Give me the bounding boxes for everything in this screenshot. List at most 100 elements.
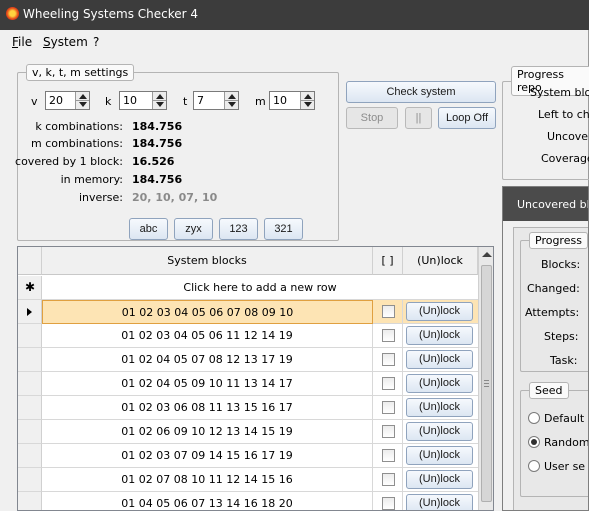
spin-down-icon[interactable]	[304, 102, 312, 107]
lock-cell: (Un)lock	[403, 372, 478, 396]
unlock-button[interactable]: (Un)lock	[406, 446, 473, 465]
row-checkbox[interactable]	[382, 377, 395, 390]
spin-up-icon[interactable]	[156, 94, 164, 99]
row-header[interactable]	[18, 372, 42, 396]
spin-down-icon[interactable]	[228, 102, 236, 107]
blocks-cell[interactable]: 01 02 03 07 09 14 15 16 17 19	[42, 444, 373, 468]
row-header[interactable]	[18, 468, 42, 492]
table-row[interactable]: 01 02 03 04 05 06 11 12 14 19 (Un)lock	[18, 324, 478, 348]
stop-button[interactable]: Stop	[346, 107, 398, 129]
new-row[interactable]: ✱ Click here to add a new row	[18, 276, 478, 300]
unlock-button[interactable]: (Un)lock	[406, 398, 473, 417]
sort-zyx-button[interactable]: zyx	[174, 218, 213, 240]
seed-default-radio[interactable]	[528, 412, 540, 424]
unlock-button[interactable]: (Un)lock	[406, 326, 473, 345]
row-checkbox[interactable]	[382, 329, 395, 342]
blocks-cell[interactable]: 01 02 07 08 10 11 12 14 15 16	[42, 468, 373, 492]
row-header[interactable]	[18, 396, 42, 420]
check-cell	[373, 348, 403, 372]
menu-system[interactable]: System	[43, 35, 88, 49]
k-spinner-arrows[interactable]	[152, 92, 166, 109]
unlock-button[interactable]: (Un)lock	[406, 374, 473, 393]
table-row[interactable]: 01 02 06 09 10 12 13 14 15 19 (Un)lock	[18, 420, 478, 444]
progress-changed-label: Changed:	[527, 282, 580, 295]
grid-vertical-scrollbar[interactable]	[478, 247, 493, 510]
new-row-prompt[interactable]: Click here to add a new row	[42, 276, 478, 300]
lock-cell: (Un)lock	[403, 492, 478, 510]
row-header[interactable]	[18, 492, 42, 510]
spin-divider	[301, 100, 314, 101]
seed-default-label[interactable]: Default	[544, 412, 584, 425]
table-row[interactable]: 01 02 03 07 09 14 15 16 17 19 (Un)lock	[18, 444, 478, 468]
table-row[interactable]: 01 02 03 04 05 06 07 08 09 10 (Un)lock	[18, 300, 478, 324]
table-row[interactable]: 01 02 04 05 07 08 12 13 17 19 (Un)lock	[18, 348, 478, 372]
row-checkbox[interactable]	[382, 305, 395, 318]
seed-random-radio[interactable]	[528, 436, 540, 448]
spin-divider	[76, 100, 89, 101]
menu-help[interactable]: ?	[93, 35, 99, 49]
pause-button[interactable]: ||	[405, 107, 432, 129]
t-spinner[interactable]: 7	[193, 91, 239, 110]
blocks-cell[interactable]: 01 02 03 04 05 06 11 12 14 19	[42, 324, 373, 348]
v-spinner-arrows[interactable]	[75, 92, 89, 109]
spin-up-icon[interactable]	[79, 94, 87, 99]
m-value: 10	[273, 94, 287, 107]
row-header[interactable]	[18, 420, 42, 444]
blocks-cell[interactable]: 01 02 06 09 10 12 13 14 15 19	[42, 420, 373, 444]
m-spinner-arrows[interactable]	[300, 92, 314, 109]
header-system-blocks[interactable]: System blocks	[42, 247, 373, 275]
header-check[interactable]: [ ]	[373, 247, 403, 275]
v-label: v	[31, 95, 38, 108]
spin-up-icon[interactable]	[304, 94, 312, 99]
row-checkbox[interactable]	[382, 473, 395, 486]
spin-down-icon[interactable]	[156, 102, 164, 107]
m-spinner[interactable]: 10	[269, 91, 315, 110]
t-label: t	[183, 95, 188, 108]
blocks-cell[interactable]: 01 04 05 06 07 13 14 16 18 20	[42, 492, 373, 510]
seed-user-label[interactable]: User se	[544, 460, 585, 473]
settings-legend: v, k, t, m settings	[26, 64, 135, 81]
unlock-button[interactable]: (Un)lock	[406, 422, 473, 441]
row-header[interactable]	[18, 444, 42, 468]
row-checkbox[interactable]	[382, 353, 395, 366]
row-header[interactable]	[18, 324, 42, 348]
table-row[interactable]: 01 02 03 06 08 11 13 15 16 17 (Un)lock	[18, 396, 478, 420]
progress-coverage-label: Coverage	[541, 152, 589, 165]
row-checkbox[interactable]	[382, 449, 395, 462]
scroll-thumb[interactable]	[481, 265, 492, 502]
scroll-up-arrow-icon[interactable]	[482, 252, 492, 257]
table-row[interactable]: 01 02 07 08 10 11 12 14 15 16 (Un)lock	[18, 468, 478, 492]
check-system-button[interactable]: Check system	[346, 81, 496, 103]
sort-321-button[interactable]: 321	[264, 218, 303, 240]
sort-abc-button[interactable]: abc	[129, 218, 168, 240]
system-blocks-grid[interactable]: System blocks [ ] (Un)lock ✱ Click here …	[17, 246, 494, 511]
t-spinner-arrows[interactable]	[224, 92, 238, 109]
row-checkbox[interactable]	[382, 425, 395, 438]
seed-user-radio[interactable]	[528, 460, 540, 472]
blocks-cell[interactable]: 01 02 04 05 07 08 12 13 17 19	[42, 348, 373, 372]
unlock-button[interactable]: (Un)lock	[406, 494, 473, 510]
header-unlock[interactable]: (Un)lock	[403, 247, 478, 275]
unlock-button[interactable]: (Un)lock	[406, 302, 473, 321]
unlock-button[interactable]: (Un)lock	[406, 350, 473, 369]
spin-up-icon[interactable]	[228, 94, 236, 99]
seed-random-label[interactable]: Random	[544, 436, 588, 449]
unlock-button[interactable]: (Un)lock	[406, 470, 473, 489]
spin-down-icon[interactable]	[79, 102, 87, 107]
row-header[interactable]	[18, 348, 42, 372]
main-window: File System ? v, k, t, m settings v 20 k…	[0, 30, 589, 511]
row-header[interactable]	[18, 300, 42, 324]
menu-file[interactable]: File	[12, 35, 32, 49]
row-checkbox[interactable]	[382, 497, 395, 510]
row-checkbox[interactable]	[382, 401, 395, 414]
blocks-cell[interactable]: 01 02 03 06 08 11 13 15 16 17	[42, 396, 373, 420]
blocks-cell[interactable]: 01 02 04 05 09 10 11 13 14 17	[42, 372, 373, 396]
k-spinner[interactable]: 10	[119, 91, 167, 110]
table-row[interactable]: 01 04 05 06 07 13 14 16 18 20 (Un)lock	[18, 492, 478, 510]
blocks-cell[interactable]: 01 02 03 04 05 06 07 08 09 10	[42, 300, 373, 324]
sort-123-button[interactable]: 123	[219, 218, 258, 240]
table-row[interactable]: 01 02 04 05 09 10 11 13 14 17 (Un)lock	[18, 372, 478, 396]
check-cell	[373, 468, 403, 492]
loop-toggle-button[interactable]: Loop Off	[438, 107, 496, 129]
v-spinner[interactable]: 20	[45, 91, 90, 110]
